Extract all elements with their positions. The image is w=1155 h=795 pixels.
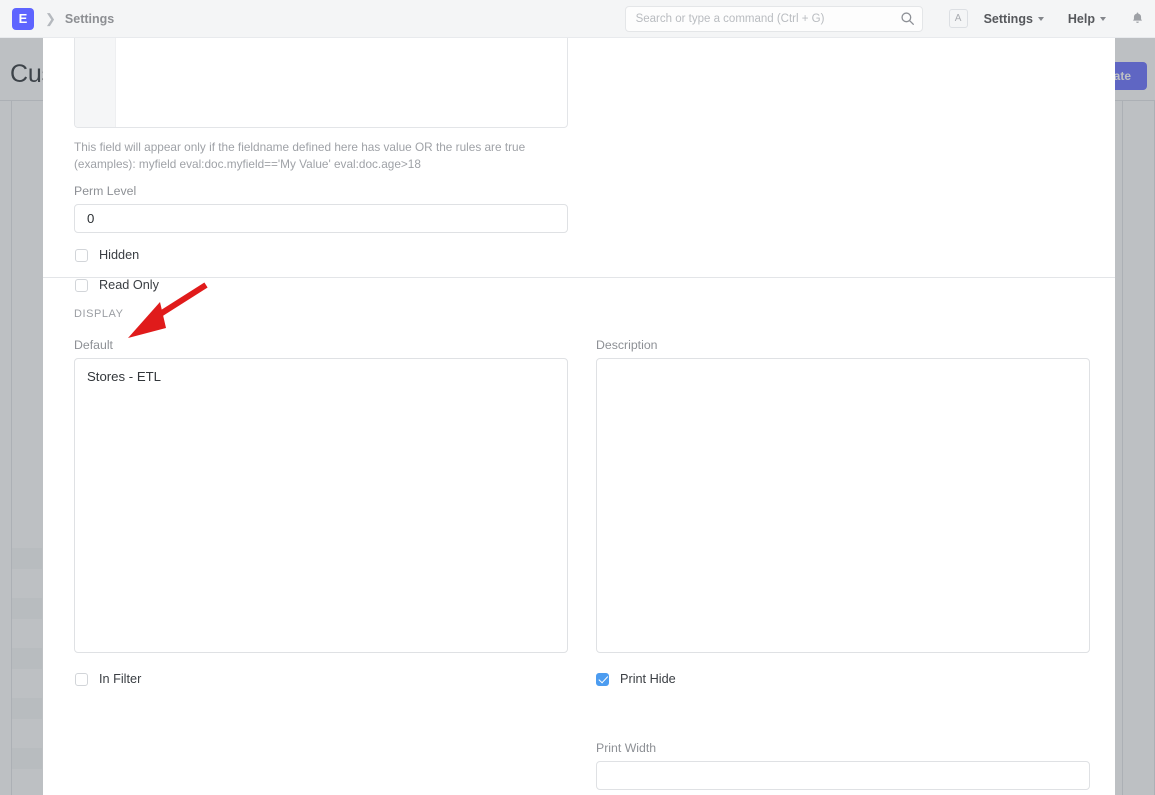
search-input[interactable] bbox=[625, 6, 923, 32]
in-filter-checkbox-row[interactable]: In Filter bbox=[75, 672, 141, 686]
chevron-down-icon bbox=[1038, 17, 1044, 21]
display-section-header: DISPLAY bbox=[74, 308, 124, 320]
depends-on-help-text: This field will appear only if the field… bbox=[74, 139, 584, 173]
chevron-right-icon: ❯ bbox=[45, 12, 56, 25]
read-only-label: Read Only bbox=[99, 278, 159, 292]
in-filter-checkbox[interactable] bbox=[75, 673, 88, 686]
description-label: Description bbox=[596, 338, 658, 352]
nav-help-dropdown[interactable]: Help bbox=[1068, 12, 1106, 26]
search-container bbox=[625, 6, 923, 32]
description-textarea[interactable] bbox=[596, 358, 1090, 653]
section-divider bbox=[43, 277, 1115, 278]
read-only-checkbox[interactable] bbox=[75, 279, 88, 292]
app-logo[interactable]: E bbox=[12, 8, 34, 30]
print-width-input[interactable] bbox=[596, 761, 1090, 790]
dialog-body: This field will appear only if the field… bbox=[43, 38, 1115, 795]
customize-form-dialog: This field will appear only if the field… bbox=[43, 38, 1115, 795]
code-editor-gutter bbox=[75, 38, 116, 127]
breadcrumb-settings[interactable]: Settings bbox=[65, 12, 114, 26]
default-label: Default bbox=[74, 338, 113, 352]
read-only-checkbox-row[interactable]: Read Only bbox=[75, 278, 159, 292]
depends-on-code-editor[interactable] bbox=[74, 38, 568, 128]
print-hide-checkbox[interactable] bbox=[596, 673, 609, 686]
top-navbar: E ❯ Settings A Settings Help bbox=[0, 0, 1155, 38]
notifications-bell-icon[interactable] bbox=[1130, 11, 1145, 26]
in-filter-label: In Filter bbox=[99, 672, 141, 686]
hidden-checkbox[interactable] bbox=[75, 249, 88, 262]
nav-help-label: Help bbox=[1068, 12, 1095, 26]
perm-level-label: Perm Level bbox=[74, 184, 136, 198]
hidden-label: Hidden bbox=[99, 248, 139, 262]
chevron-down-icon bbox=[1100, 17, 1106, 21]
hidden-checkbox-row[interactable]: Hidden bbox=[75, 248, 139, 262]
default-textarea[interactable] bbox=[74, 358, 568, 653]
nav-settings-dropdown[interactable]: Settings bbox=[984, 12, 1044, 26]
print-width-label: Print Width bbox=[596, 741, 656, 755]
search-icon[interactable] bbox=[900, 11, 915, 26]
print-hide-label: Print Hide bbox=[620, 672, 676, 686]
print-hide-checkbox-row[interactable]: Print Hide bbox=[596, 672, 676, 686]
nav-settings-label: Settings bbox=[984, 12, 1033, 26]
perm-level-input[interactable] bbox=[74, 204, 568, 233]
avatar[interactable]: A bbox=[949, 9, 968, 28]
